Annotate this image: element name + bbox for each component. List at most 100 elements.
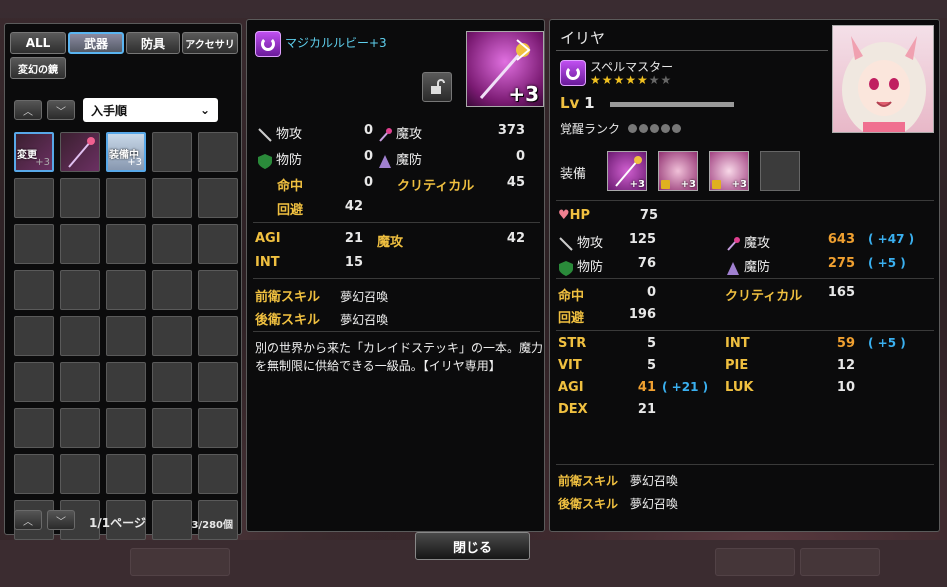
empty-slot[interactable] <box>152 408 192 448</box>
empty-slot[interactable] <box>152 454 192 494</box>
empty-slot[interactable] <box>152 270 192 310</box>
wand-icon <box>727 236 740 251</box>
filter-tab-all[interactable]: ALL <box>10 32 66 54</box>
empty-slot[interactable] <box>198 178 238 218</box>
label: INT <box>255 255 280 270</box>
phys-atk-row: 物攻 125 <box>558 232 656 252</box>
item-description: 別の世界から来た「カレイドステッキ」の一本。魔力を無制限に供給できる一級品。【イ… <box>255 341 544 373</box>
empty-slot[interactable] <box>14 454 54 494</box>
empty-slot[interactable] <box>14 224 54 264</box>
empty-slot[interactable] <box>198 316 238 356</box>
label: 魔攻 <box>744 236 771 251</box>
value: 10 <box>836 380 855 395</box>
inventory-panel: ALL 武器 防具 アクセサリ 変幻の鏡 ︿ ﹀ 入手順 ⌄ 変更 +3 装備中 +… <box>4 23 242 540</box>
label: 物防 <box>577 260 604 275</box>
empty-slot[interactable] <box>60 270 100 310</box>
empty-slot[interactable] <box>198 270 238 310</box>
value: 0 <box>363 175 373 190</box>
empty-slot[interactable] <box>14 270 54 310</box>
value: 21 <box>344 231 363 246</box>
value: 夢幻召喚 <box>340 313 389 327</box>
dex-row: DEX 21 <box>558 402 656 417</box>
empty-slot[interactable] <box>14 408 54 448</box>
scroll-up-button[interactable]: ︿ <box>14 100 42 120</box>
empty-slot[interactable] <box>198 408 238 448</box>
item-name: マジカルルビー+3 <box>285 36 387 50</box>
inventory-slot[interactable] <box>60 132 100 172</box>
divider <box>556 278 934 279</box>
label: LUK <box>725 380 754 395</box>
filter-tab-armor[interactable]: 防具 <box>126 32 180 54</box>
empty-slot[interactable] <box>60 316 100 356</box>
filter-tab-weapon[interactable]: 武器 <box>68 32 124 54</box>
empty-slot[interactable] <box>198 362 238 402</box>
empty-slot[interactable] <box>152 500 192 540</box>
value: 373 <box>497 123 525 138</box>
value: 41 <box>637 380 656 395</box>
empty-slot[interactable] <box>106 454 146 494</box>
luk-row: LUK 10 <box>725 380 855 395</box>
empty-slot[interactable] <box>106 316 146 356</box>
equip-slot-armor[interactable]: +3 <box>658 151 698 191</box>
inventory-slot[interactable]: 変更 +3 <box>14 132 54 172</box>
mag-atk-row: 魔攻 373 <box>377 123 527 143</box>
equip-slot-empty[interactable] <box>760 151 800 191</box>
empty-slot[interactable] <box>106 362 146 402</box>
mag-def-row: 魔防 0 <box>377 149 527 169</box>
page-down-button[interactable]: ﹀ <box>47 510 75 530</box>
value: 夢幻召喚 <box>629 497 678 511</box>
divider <box>253 331 540 332</box>
inventory-slot[interactable]: 装備中 +3 <box>106 132 146 172</box>
lock-icon <box>712 180 721 189</box>
wand-icon <box>68 137 95 168</box>
vit-row: VIT 5 <box>558 358 656 373</box>
empty-slot[interactable] <box>198 132 238 172</box>
empty-slot[interactable] <box>14 178 54 218</box>
lock-button[interactable] <box>422 72 452 102</box>
empty-slot[interactable] <box>14 362 54 402</box>
label: AGI <box>255 231 281 246</box>
background-button <box>715 548 795 576</box>
lock-icon <box>661 180 670 189</box>
value: 12 <box>836 358 855 373</box>
exp-bar <box>610 102 734 107</box>
empty-slot[interactable] <box>106 178 146 218</box>
empty-slot[interactable] <box>106 408 146 448</box>
empty-slot[interactable] <box>14 316 54 356</box>
value: 42 <box>344 199 363 214</box>
hp-row: ♥HP 75 <box>558 208 658 223</box>
label: 物攻 <box>577 236 604 251</box>
label: 命中 <box>558 289 585 304</box>
empty-slot[interactable] <box>152 178 192 218</box>
empty-slot[interactable] <box>198 224 238 264</box>
equip-slot-accessory[interactable]: +3 <box>709 151 749 191</box>
empty-slot[interactable] <box>106 224 146 264</box>
sort-select[interactable]: 入手順 ⌄ <box>83 98 218 122</box>
empty-slot[interactable] <box>152 362 192 402</box>
value: 5 <box>646 358 656 373</box>
scroll-down-button[interactable]: ﹀ <box>47 100 75 120</box>
label: 魔攻 <box>396 127 423 142</box>
filter-tab-accessory[interactable]: アクセサリ <box>182 32 238 54</box>
empty-slot[interactable] <box>60 454 100 494</box>
close-button[interactable]: 閉じる <box>415 532 530 560</box>
empty-slot[interactable] <box>60 362 100 402</box>
value: 0 <box>363 123 373 138</box>
empty-slot[interactable] <box>60 408 100 448</box>
empty-slot[interactable] <box>60 178 100 218</box>
chevron-down-icon: ⌄ <box>199 103 210 117</box>
empty-slot[interactable] <box>106 270 146 310</box>
empty-slot[interactable] <box>152 316 192 356</box>
label: クリティカル <box>725 289 803 304</box>
empty-slot[interactable] <box>152 132 192 172</box>
empty-slot[interactable] <box>198 454 238 494</box>
equip-slot-weapon[interactable]: +3 <box>607 151 647 191</box>
value: 0 <box>363 149 373 164</box>
back-skill-row: 後衛スキル 夢幻召喚 <box>255 309 388 328</box>
character-portrait <box>832 25 934 133</box>
divider <box>556 50 828 51</box>
empty-slot[interactable] <box>60 224 100 264</box>
empty-slot[interactable] <box>152 224 192 264</box>
filter-tab-mirror[interactable]: 変幻の鏡 <box>10 57 66 79</box>
page-up-button[interactable]: ︿ <box>14 510 42 530</box>
